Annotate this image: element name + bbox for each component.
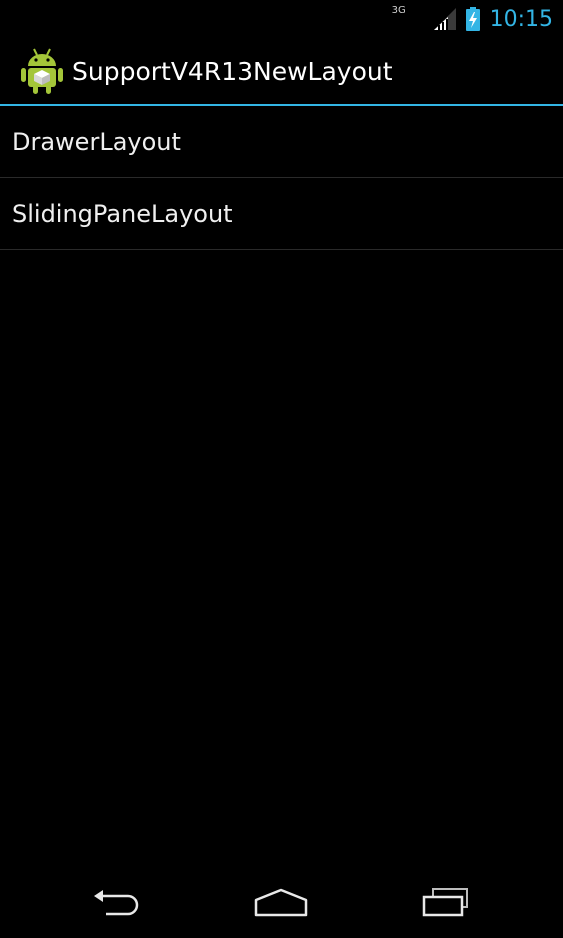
layout-list: DrawerLayout SlidingPaneLayout bbox=[0, 106, 563, 250]
home-icon bbox=[254, 888, 308, 917]
list-item-drawer-layout[interactable]: DrawerLayout bbox=[0, 106, 563, 178]
signal-icon bbox=[433, 8, 456, 30]
android-app-icon[interactable] bbox=[20, 47, 64, 95]
status-bar: 3G 10:15 bbox=[0, 0, 563, 38]
recents-icon bbox=[422, 888, 468, 917]
app-title: SupportV4R13NewLayout bbox=[72, 56, 393, 86]
status-clock: 10:15 bbox=[489, 6, 553, 32]
action-bar: SupportV4R13NewLayout bbox=[0, 38, 563, 104]
network-type-label: 3G bbox=[391, 5, 406, 16]
status-icons: 3G 10:15 bbox=[392, 4, 553, 34]
home-button[interactable] bbox=[241, 880, 321, 924]
battery-charging-icon bbox=[465, 7, 480, 31]
recents-button[interactable] bbox=[406, 880, 486, 924]
back-icon bbox=[94, 890, 139, 916]
back-button[interactable] bbox=[76, 880, 156, 924]
navigation-bar bbox=[0, 866, 563, 938]
list-item-sliding-pane-layout[interactable]: SlidingPaneLayout bbox=[0, 178, 563, 250]
